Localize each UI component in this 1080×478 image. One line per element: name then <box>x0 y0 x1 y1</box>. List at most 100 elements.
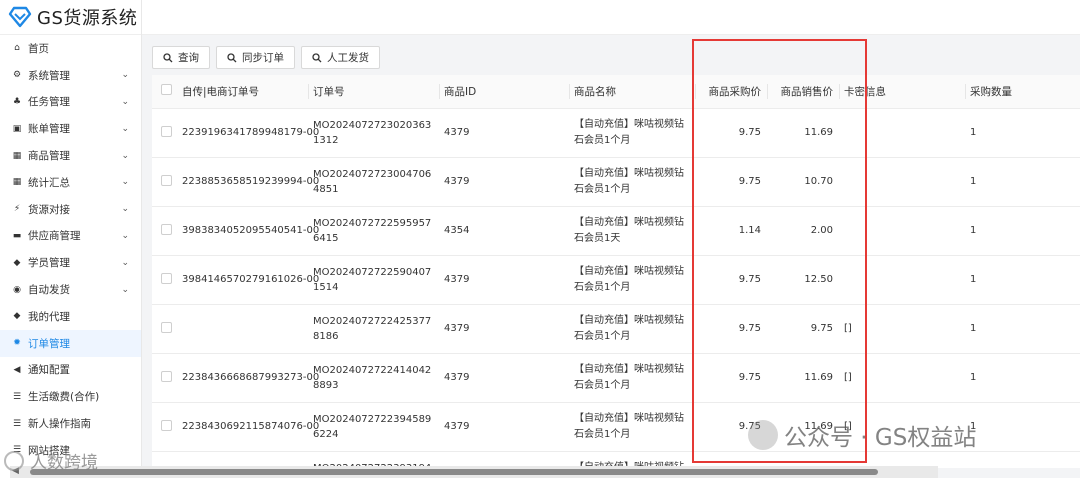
table-header-row: 自传|电商订单号 订单号 商品ID 商品名称 商品采购价 商品销售价 卡密信息 … <box>152 75 1080 109</box>
ecom-order-cell: 2238436668687993273-00 <box>177 353 319 403</box>
ecom-order-cell: 2238853658519239994-00 <box>177 157 319 207</box>
product-name-cell: 【自动充值】咪咕视频钻石会员1个月 <box>569 157 695 207</box>
sidebar-item-label: 我的代理 <box>28 310 70 323</box>
bill-icon: ▣ <box>12 123 22 134</box>
sidebar-item-4[interactable]: ▦ 商品管理 ⌄ <box>0 142 141 169</box>
row-checkbox[interactable] <box>161 370 172 382</box>
sidebar-item-13[interactable]: ☰ 生活缴费(合作) <box>0 383 141 410</box>
row-checkbox[interactable] <box>161 125 172 137</box>
sidebar: GS货源系统 ⌂ 首页 ⚙ 系统管理 ⌄ ♣ 任务管理 ⌄ ▣ 账单管理 ⌄ ▦ 商品管理 ⌄ ▦ 统计汇总 ⌄… <box>0 0 142 478</box>
purchase-qty-cell: 1 <box>965 157 1080 207</box>
sidebar-item-9[interactable]: ◉ 自动发货 ⌄ <box>0 276 141 303</box>
card-info-cell <box>839 157 965 207</box>
col-purchase-qty[interactable]: 采购数量 <box>965 75 1080 109</box>
order-no-cell: MO20240727224140428893 <box>308 353 439 403</box>
sidebar-item-6[interactable]: ⚡ 货源对接 ⌄ <box>0 196 141 223</box>
sidebar-item-5[interactable]: ▦ 统计汇总 ⌄ <box>0 169 141 196</box>
sidebar-item-3[interactable]: ▣ 账单管理 ⌄ <box>0 115 141 142</box>
sale-price-cell: 11.69 <box>767 108 839 158</box>
product-name-cell: 【自动充值】咪咕视频钻石会员1个月 <box>569 108 695 158</box>
col-purchase-price[interactable]: 商品采购价 <box>695 75 767 109</box>
sidebar-item-0[interactable]: ⌂ 首页 <box>0 35 141 62</box>
purchase-qty-cell: 1 <box>965 108 1080 158</box>
sidebar-item-12[interactable]: ◀ 通知配置 <box>0 357 141 384</box>
purchase-price-cell: 1.14 <box>695 206 767 256</box>
sale-price-cell: 10.70 <box>767 157 839 207</box>
card-info-cell: [] <box>839 304 965 354</box>
product-id-cell: 4379 <box>439 304 569 354</box>
order-no-cell: MO20240727230203631312 <box>308 108 439 158</box>
tasks-icon: ♣ <box>12 96 22 107</box>
purchase-qty-cell: 1 <box>965 255 1080 305</box>
product-id-cell: 4379 <box>439 108 569 158</box>
sidebar-item-label: 新人操作指南 <box>28 418 91 431</box>
order-no-cell: MO20240727223945896224 <box>308 402 439 452</box>
scrollbar-thumb[interactable] <box>30 469 878 475</box>
select-all-checkbox[interactable] <box>161 84 172 96</box>
app-logo[interactable]: GS货源系统 <box>0 0 141 35</box>
table-row[interactable]: 3984146570279161026-00 MO2024072722590407… <box>152 255 1080 305</box>
search-icon <box>227 52 237 62</box>
cogs-icon: ⚙ <box>12 70 22 81</box>
col-ecom-order[interactable]: 自传|电商订单号 <box>177 75 308 109</box>
purchase-price-cell: 9.75 <box>695 255 767 305</box>
query-button[interactable]: 查询 <box>152 46 210 69</box>
wechat-icon <box>748 420 778 450</box>
manual-ship-button[interactable]: 人工发货 <box>301 46 380 69</box>
main-content: 查询 同步订单 人工发货 自传|电商订单号 订单号 商品ID 商品名称 商品采购… <box>142 35 1080 478</box>
toolbar: 查询 同步订单 人工发货 <box>152 46 380 69</box>
purchase-qty-cell: 1 <box>965 206 1080 256</box>
purchase-qty-cell <box>965 451 1080 468</box>
purchase-price-cell: 9.75 <box>695 108 767 158</box>
table-row[interactable]: 2238436668687993273-00 MO2024072722414042… <box>152 353 1080 403</box>
chevron-down-icon: ⌄ <box>121 257 129 268</box>
horizontal-scrollbar[interactable]: ◀ <box>10 466 938 478</box>
product-id-cell: 4379 <box>439 255 569 305</box>
sidebar-item-label: 系统管理 <box>28 69 70 82</box>
row-checkbox[interactable] <box>161 419 172 431</box>
col-sale-price[interactable]: 商品销售价 <box>767 75 839 109</box>
order-no-cell: MO20240727225904071514 <box>308 255 439 305</box>
logo-icon <box>8 6 32 28</box>
table-body: 2239196341789948179-00 MO2024072723020363… <box>152 108 1080 468</box>
table-row[interactable]: MO20240727224253778186 4379 【自动充值】咪咕视频钻石会员… <box>152 304 1080 354</box>
sidebar-item-7[interactable]: ▬ 供应商管理 ⌄ <box>0 223 141 250</box>
col-product-id[interactable]: 商品ID <box>439 75 569 109</box>
sync-orders-button[interactable]: 同步订单 <box>216 46 295 69</box>
query-button-label: 查询 <box>178 52 199 64</box>
sidebar-item-label: 统计汇总 <box>28 176 70 189</box>
row-checkbox[interactable] <box>161 272 172 284</box>
table-row[interactable]: 2238853658519239994-00 MO2024072723004706… <box>152 157 1080 207</box>
sidebar-item-11[interactable]: ✹ 订单管理 <box>0 329 141 357</box>
row-checkbox[interactable] <box>161 174 172 186</box>
manual-ship-button-label: 人工发货 <box>327 52 369 64</box>
sale-price-cell: 11.69 <box>767 353 839 403</box>
chevron-down-icon: ⌄ <box>121 284 129 295</box>
sidebar-item-10[interactable]: ◆ 我的代理 <box>0 303 141 330</box>
col-card-info[interactable]: 卡密信息 <box>839 75 965 109</box>
table-row[interactable]: 3983834052095540541-00 MO2024072722595957… <box>152 206 1080 256</box>
tag-icon: ◆ <box>13 311 21 322</box>
product-id-cell: 4379 <box>439 353 569 403</box>
col-product-name[interactable]: 商品名称 <box>569 75 695 109</box>
sale-price-cell: 12.50 <box>767 255 839 305</box>
sidebar-item-14[interactable]: ☰ 新人操作指南 <box>0 410 141 437</box>
sidebar-item-8[interactable]: ◆ 学员管理 ⌄ <box>0 249 141 276</box>
chevron-down-icon: ⌄ <box>121 123 129 134</box>
sidebar-item-1[interactable]: ⚙ 系统管理 ⌄ <box>0 62 141 89</box>
row-checkbox-cell <box>152 304 177 354</box>
watermark-logo-icon <box>4 450 24 471</box>
col-order-no[interactable]: 订单号 <box>308 75 439 109</box>
product-name-cell: 【自动充值】咪咕视频钻石会员1个月 <box>569 255 695 305</box>
app-title: GS货源系统 <box>37 8 138 29</box>
row-checkbox[interactable] <box>161 223 172 235</box>
table-row[interactable]: 2239196341789948179-00 MO2024072723020363… <box>152 108 1080 158</box>
archive-icon: ▬ <box>12 230 22 241</box>
order-no-cell: MO20240727224253778186 <box>308 304 439 354</box>
order-no-cell: MO20240727225959576415 <box>308 206 439 256</box>
row-checkbox[interactable] <box>161 321 172 333</box>
watermark-right-text: 公众号 · GS权益站 <box>784 425 977 451</box>
sidebar-item-2[interactable]: ♣ 任务管理 ⌄ <box>0 89 141 116</box>
graduation-icon: ◆ <box>13 257 21 268</box>
sidebar-item-label: 任务管理 <box>28 96 70 109</box>
